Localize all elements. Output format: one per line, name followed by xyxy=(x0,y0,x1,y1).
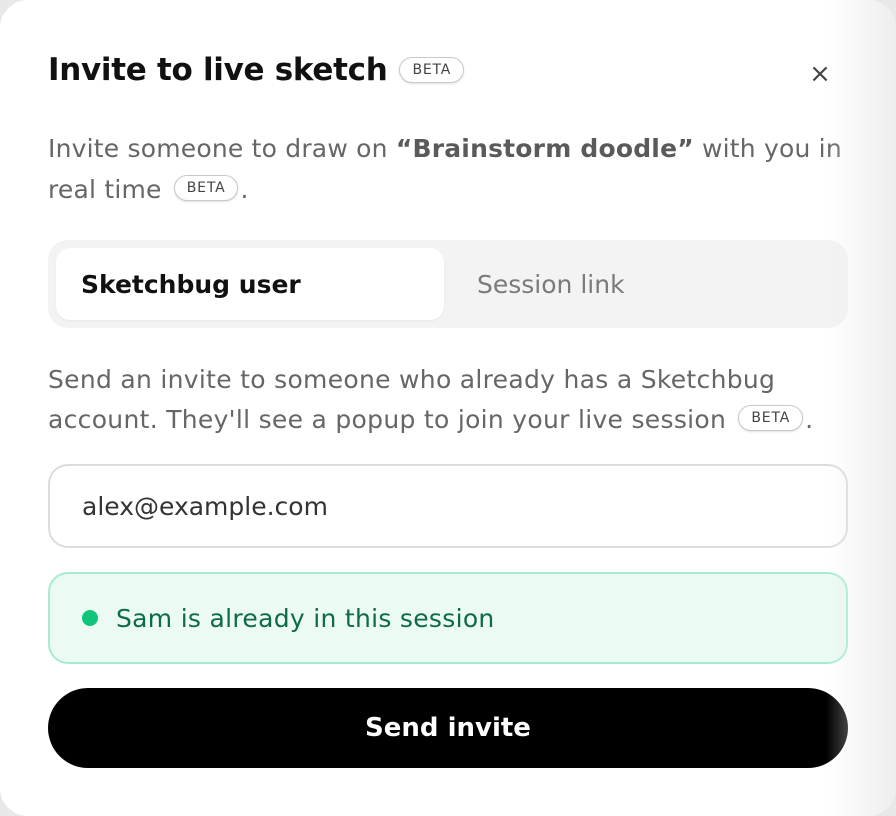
intro-prefix: Invite someone to draw on xyxy=(48,134,396,163)
intro-end: . xyxy=(240,175,249,204)
description-end: . xyxy=(805,405,814,434)
invite-description: Send an invite to someone who already ha… xyxy=(48,360,848,440)
close-icon[interactable]: × xyxy=(804,58,836,90)
document-name: “Brainstorm doodle” xyxy=(395,134,694,163)
beta-badge: BETA xyxy=(399,57,465,83)
beta-badge: BETA xyxy=(173,175,239,201)
tab-sketchbug-user[interactable]: Sketchbug user xyxy=(56,248,444,320)
status-banner: Sam is already in this session xyxy=(48,572,848,664)
status-dot-icon xyxy=(82,610,98,626)
send-invite-button[interactable]: Send invite xyxy=(48,688,848,768)
description-text: Send an invite to someone who already ha… xyxy=(48,365,776,434)
dialog-header: Invite to live sketch BETA xyxy=(48,52,465,88)
invite-method-tabs: Sketchbug user Session link xyxy=(48,240,848,328)
beta-badge: BETA xyxy=(738,405,804,431)
invite-dialog: Invite to live sketch BETA × Invite some… xyxy=(0,0,896,816)
email-input[interactable] xyxy=(48,464,848,548)
dialog-title: Invite to live sketch xyxy=(48,52,388,88)
tab-session-link[interactable]: Session link xyxy=(444,248,832,320)
intro-text: Invite someone to draw on “Brainstorm do… xyxy=(48,128,848,210)
status-text: Sam is already in this session xyxy=(116,603,495,633)
